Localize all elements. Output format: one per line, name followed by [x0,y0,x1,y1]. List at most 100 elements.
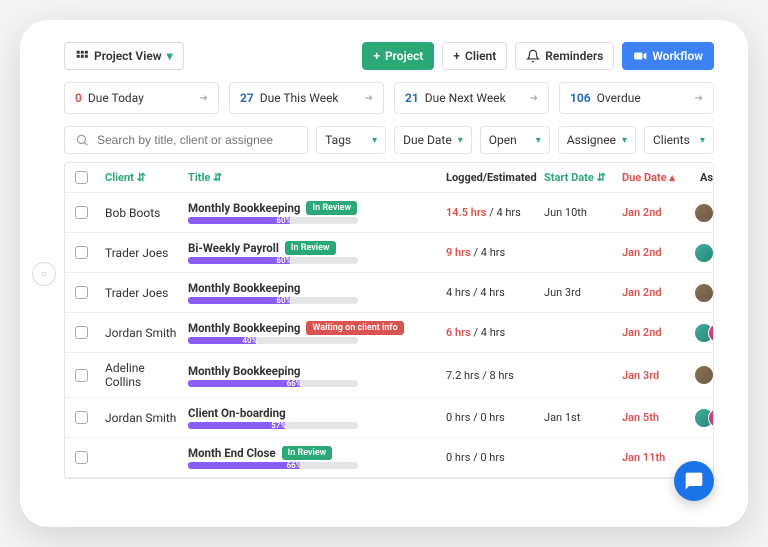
table-row[interactable]: Month End Close In Review 66% 0 hrs / 0 … [65,438,713,478]
column-logged[interactable]: Logged/Estimated [446,171,536,184]
chat-support-button[interactable] [674,461,714,501]
table-row[interactable]: Trader Joes Monthly Bookkeeping 60% 4 hr… [65,273,713,313]
column-start[interactable]: Start Date ⇵ [544,171,614,184]
chat-icon [684,471,704,491]
progress-percent: 66% [287,380,302,387]
table-row[interactable]: Trader Joes Bi-Weekly Payroll In Review … [65,233,713,273]
due-date-cell: Jan 2nd [622,246,692,259]
arrow-right-icon: ➔ [365,93,373,104]
summary-card[interactable]: 27 Due This Week ➔ [229,82,384,114]
add-project-label: Project [385,49,423,63]
avatar[interactable] [694,365,714,385]
summary-card[interactable]: 0 Due Today ➔ [64,82,219,114]
row-checkbox[interactable] [75,411,88,424]
client-cell: Adeline Collins [105,361,180,389]
workflow-button[interactable]: Workflow [622,42,714,70]
title-cell: Monthly Bookkeeping Waiting on client in… [188,321,438,344]
column-title[interactable]: Title ⇵ [188,171,438,184]
project-view-dropdown[interactable]: Project View ▾ [64,42,184,70]
summary-count: 0 [75,91,82,105]
chevron-down-icon: ▾ [700,135,705,146]
chevron-down-icon: ▾ [167,49,173,63]
row-checkbox[interactable] [75,326,88,339]
chevron-down-icon: ▾ [536,135,541,146]
client-cell: Trader Joes [105,286,180,300]
client-cell: Jordan Smith [105,326,180,340]
table-row[interactable]: Jordan Smith Monthly Bookkeeping Waiting… [65,313,713,353]
project-view-label: Project View [94,49,162,63]
project-title[interactable]: Monthly Bookkeeping [188,364,300,378]
plus-icon: + [373,49,380,63]
assignees-cell [700,283,714,303]
arrow-right-icon: ➔ [530,93,538,104]
logged-cell: 14.5 hrs / 4 hrs [446,206,536,219]
progress-percent: 57% [271,422,286,429]
status-badge: Waiting on client info [306,321,403,335]
summary-label: Due This Week [260,91,339,105]
summary-card[interactable]: 21 Due Next Week ➔ [394,82,549,114]
row-checkbox[interactable] [75,206,88,219]
filter-clients[interactable]: Clients ▾ [644,126,714,154]
add-project-button[interactable]: + Project [362,42,434,70]
sort-icon: ⇵ [137,171,146,184]
filter-tags[interactable]: Tags▾ [316,126,386,154]
filter-clients-label: Clients [653,133,690,147]
column-assignees: Assignees [700,171,714,184]
chevron-down-icon: ▾ [458,135,463,146]
project-title[interactable]: Month End Close [188,446,276,460]
project-title[interactable]: Monthly Bookkeeping [188,201,300,215]
tablet-home-button[interactable] [32,262,56,286]
logged-cell: 9 hrs / 4 hrs [446,246,536,259]
row-checkbox[interactable] [75,451,88,464]
start-date-cell: Jun 10th [544,206,614,219]
project-title[interactable]: Monthly Bookkeeping [188,281,300,295]
avatar[interactable] [694,283,714,303]
search-input[interactable] [97,133,297,147]
project-title[interactable]: Client On-boarding [188,406,286,420]
due-date-cell: Jan 2nd [622,206,692,219]
table-row[interactable]: Jordan Smith Client On-boarding 57% 0 hr… [65,398,713,438]
row-checkbox[interactable] [75,246,88,259]
progress-percent: 60% [276,297,291,304]
column-client[interactable]: Client ⇵ [105,171,180,184]
filter-open[interactable]: Open▾ [480,126,550,154]
progress-percent: 60% [276,257,291,264]
client-cell: Jordan Smith [105,411,180,425]
start-date-cell: Jun 3rd [544,286,614,299]
table-row[interactable]: Bob Boots Monthly Bookkeeping In Review … [65,193,713,233]
due-date-cell: Jan 3rd [622,369,692,382]
search-input-container[interactable] [64,126,308,154]
due-date-cell: Jan 11th [622,451,692,464]
logged-cell: 0 hrs / 0 hrs [446,451,536,464]
avatar[interactable] [694,243,714,263]
logged-cell: 6 hrs / 4 hrs [446,326,536,339]
summary-label: Due Next Week [425,91,506,105]
reminders-button[interactable]: Reminders [515,42,614,70]
project-title[interactable]: Monthly Bookkeeping [188,321,300,335]
plus-icon: + [453,49,460,63]
column-due[interactable]: Due Date ▴ [622,171,692,184]
logged-cell: 0 hrs / 0 hrs [446,411,536,424]
row-checkbox[interactable] [75,369,88,382]
filter-due-date[interactable]: Due Date▾ [394,126,472,154]
chevron-down-icon: ▾ [622,135,627,146]
client-cell: Trader Joes [105,246,180,260]
filter-assignee[interactable]: Assignee▾ [558,126,636,154]
summary-card[interactable]: 106 Overdue ➔ [559,82,714,114]
grid-icon [75,49,89,63]
progress-bar: 66% [188,462,358,469]
select-all-checkbox[interactable] [75,171,88,184]
chevron-down-icon: ▾ [372,135,377,146]
assignees-cell [700,408,714,428]
row-checkbox[interactable] [75,286,88,299]
title-cell: Monthly Bookkeeping 66% [188,364,438,387]
project-title[interactable]: Bi-Weekly Payroll [188,241,279,255]
avatar[interactable] [694,203,714,223]
arrow-right-icon: ➔ [695,93,703,104]
add-client-button[interactable]: + Client [442,42,507,70]
summary-label: Due Today [88,91,144,105]
bell-icon [526,49,540,63]
column-start-label: Start Date [544,171,594,184]
table-row[interactable]: Adeline Collins Monthly Bookkeeping 66% … [65,353,713,398]
title-cell: Client On-boarding 57% [188,406,438,429]
